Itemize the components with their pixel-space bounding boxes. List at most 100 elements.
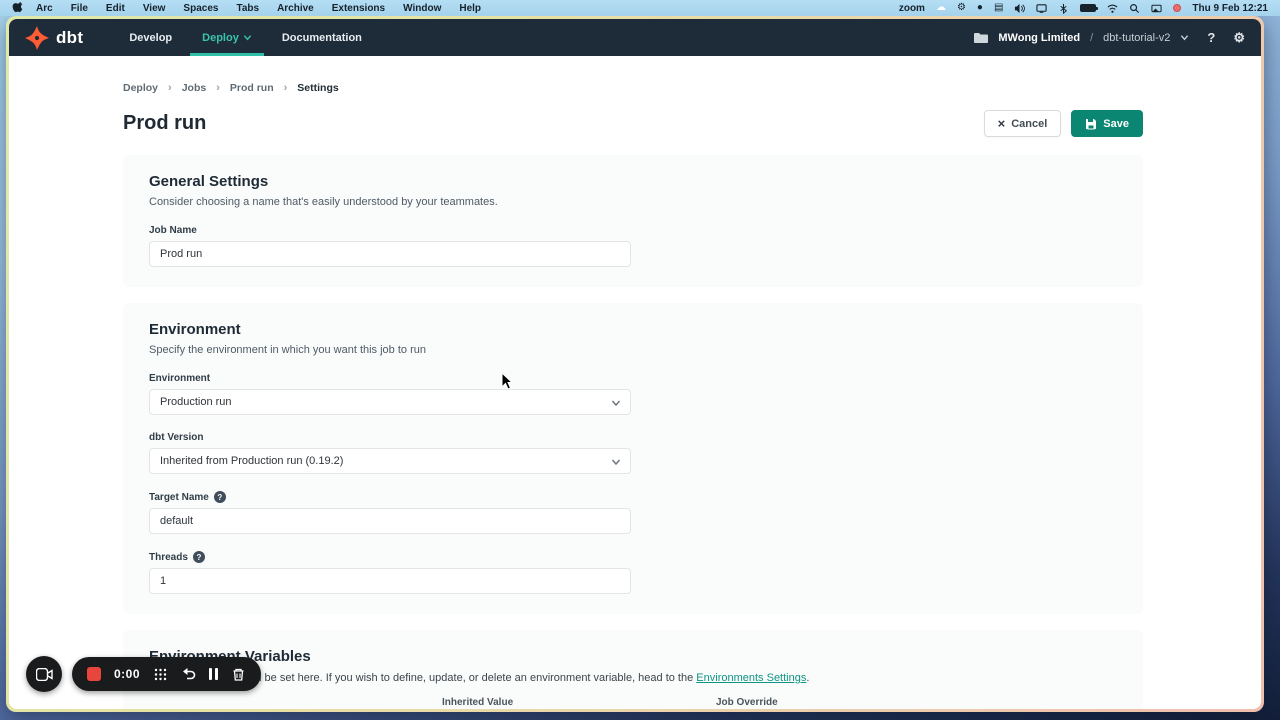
help-icon[interactable]: ? xyxy=(1207,30,1215,45)
drag-handle-icon[interactable] xyxy=(153,667,168,682)
cloud-icon[interactable]: ☁ xyxy=(936,3,946,13)
menubar-item-spaces[interactable]: Spaces xyxy=(174,3,227,14)
environments-settings-link[interactable]: Environments Settings xyxy=(696,672,806,684)
chevron-down-icon xyxy=(243,33,252,42)
dbt-version-label: dbt Version xyxy=(149,432,631,443)
nav-link-deploy[interactable]: Deploy xyxy=(190,19,264,56)
column-header-job-override: Job Override xyxy=(716,697,778,708)
pause-button[interactable] xyxy=(209,668,218,680)
dbt-version-field: dbt Version Inherited from Production ru… xyxy=(149,432,631,474)
threads-label: Threads ? xyxy=(149,551,631,563)
menubar-item-help[interactable]: Help xyxy=(450,3,490,14)
browser-window-frame: dbt Develop Deploy Documentation MWong L… xyxy=(6,16,1264,712)
cancel-button[interactable]: × Cancel xyxy=(984,110,1062,137)
account-name[interactable]: MWong Limited xyxy=(998,32,1080,44)
nav-link-documentation[interactable]: Documentation xyxy=(270,19,374,56)
column-header-inherited-value: Inherited Value xyxy=(442,697,513,708)
menubar-item-window[interactable]: Window xyxy=(394,3,450,14)
threads-input[interactable] xyxy=(149,568,631,594)
environment-variables-description: Job level overrides can be set here. If … xyxy=(149,672,1117,684)
project-chevron-down-icon[interactable] xyxy=(1180,33,1189,42)
breadcrumb-separator-icon: › xyxy=(216,82,220,94)
page-title: Prod run xyxy=(123,112,206,135)
stop-record-button[interactable] xyxy=(87,667,101,681)
battery-icon[interactable] xyxy=(1080,4,1096,12)
nav-right: MWong Limited / dbt-tutorial-v2 ? ⚙ xyxy=(974,19,1245,56)
folder-icon xyxy=(974,32,988,44)
general-settings-subtitle: Consider choosing a name that's easily u… xyxy=(149,196,1117,208)
threads-field: Threads ? xyxy=(149,551,631,594)
menubar-item-file[interactable]: File xyxy=(62,3,97,14)
gear-status-icon[interactable]: ⚙ xyxy=(957,3,966,13)
volume-icon[interactable] xyxy=(1014,3,1025,14)
job-name-field: Job Name xyxy=(149,225,631,267)
chevron-down-icon xyxy=(611,457,621,467)
breadcrumb-jobs[interactable]: Jobs xyxy=(182,82,207,94)
breadcrumb-separator-icon: › xyxy=(284,82,288,94)
video-camera-icon xyxy=(36,668,53,681)
menubar-item-view[interactable]: View xyxy=(134,3,175,14)
search-icon[interactable] xyxy=(1129,3,1140,14)
breadcrumb-settings: Settings xyxy=(297,82,338,94)
recording-indicator-icon[interactable] xyxy=(1173,4,1181,12)
browser-window: dbt Develop Deploy Documentation MWong L… xyxy=(9,19,1261,709)
job-name-input[interactable] xyxy=(149,241,631,267)
project-name[interactable]: dbt-tutorial-v2 xyxy=(1103,32,1170,44)
app-status-icon[interactable]: ▤ xyxy=(994,3,1003,13)
bluetooth-icon[interactable] xyxy=(1058,3,1069,14)
screen-mirroring-icon[interactable] xyxy=(1151,3,1162,14)
help-question-icon[interactable]: ? xyxy=(193,551,205,563)
dbt-version-select[interactable]: Inherited from Production run (0.19.2) xyxy=(149,448,631,474)
dbt-logo-icon xyxy=(25,26,49,50)
menubar-item-tabs[interactable]: Tabs xyxy=(227,3,268,14)
breadcrumb-separator-icon: › xyxy=(168,82,172,94)
save-button[interactable]: Save xyxy=(1071,110,1143,137)
general-settings-title: General Settings xyxy=(149,173,1117,190)
zoom-app-label[interactable]: zoom xyxy=(899,3,925,14)
save-floppy-icon xyxy=(1085,118,1097,130)
breadcrumb: Deploy › Jobs › Prod run › Settings xyxy=(123,82,1143,94)
dbt-brand[interactable]: dbt xyxy=(25,19,83,56)
nav-link-develop[interactable]: Develop xyxy=(117,19,184,56)
help-question-icon[interactable]: ? xyxy=(214,491,226,503)
target-name-input[interactable] xyxy=(149,508,631,534)
account-separator: / xyxy=(1090,32,1093,44)
desktop: Arc File Edit View Spaces Tabs Archive E… xyxy=(0,0,1280,720)
settings-gear-icon[interactable]: ⚙ xyxy=(1233,30,1245,46)
recording-timer: 0:00 xyxy=(114,667,140,681)
environment-variables-title: Environment Variables xyxy=(149,648,1117,665)
page-content: Deploy › Jobs › Prod run › Settings Prod… xyxy=(9,56,1261,709)
menubar-app-name[interactable]: Arc xyxy=(27,3,62,14)
environment-card: Environment Specify the environment in w… xyxy=(123,303,1143,614)
clock-status-icon[interactable]: ● xyxy=(977,3,983,13)
close-x-icon: × xyxy=(998,116,1006,131)
display-icon[interactable] xyxy=(1036,3,1047,14)
breadcrumb-prod-run[interactable]: Prod run xyxy=(230,82,274,94)
trash-icon[interactable] xyxy=(231,667,246,682)
menubar-item-edit[interactable]: Edit xyxy=(97,3,134,14)
screen-recorder-toolbar: 0:00 xyxy=(26,656,261,692)
undo-restart-icon[interactable] xyxy=(181,667,196,682)
camera-button[interactable] xyxy=(26,656,62,692)
general-settings-card: General Settings Consider choosing a nam… xyxy=(123,155,1143,287)
environment-variables-card: Environment Variables Job level override… xyxy=(123,630,1143,709)
target-name-field: Target Name ? xyxy=(149,491,631,534)
macos-menubar: Arc File Edit View Spaces Tabs Archive E… xyxy=(0,0,1280,16)
breadcrumb-deploy[interactable]: Deploy xyxy=(123,82,158,94)
environment-title: Environment xyxy=(149,321,1117,338)
environment-subtitle: Specify the environment in which you wan… xyxy=(149,344,1117,356)
environment-field: Environment Production run xyxy=(149,373,631,415)
title-row: Prod run × Cancel Save xyxy=(123,110,1143,137)
menubar-clock[interactable]: Thu 9 Feb 12:21 xyxy=(1192,3,1268,14)
menubar-item-extensions[interactable]: Extensions xyxy=(323,3,394,14)
target-name-label: Target Name ? xyxy=(149,491,631,503)
title-actions: × Cancel Save xyxy=(984,110,1143,137)
apple-icon[interactable] xyxy=(12,2,23,14)
menubar-item-archive[interactable]: Archive xyxy=(268,3,323,14)
dbt-navbar: dbt Develop Deploy Documentation MWong L… xyxy=(9,19,1261,56)
environment-select[interactable]: Production run xyxy=(149,389,631,415)
chevron-down-icon xyxy=(611,398,621,408)
wifi-icon[interactable] xyxy=(1107,3,1118,14)
recorder-controls-pill: 0:00 xyxy=(72,657,261,691)
environment-variables-table-header: Inherited Value Job Override xyxy=(149,697,1117,709)
